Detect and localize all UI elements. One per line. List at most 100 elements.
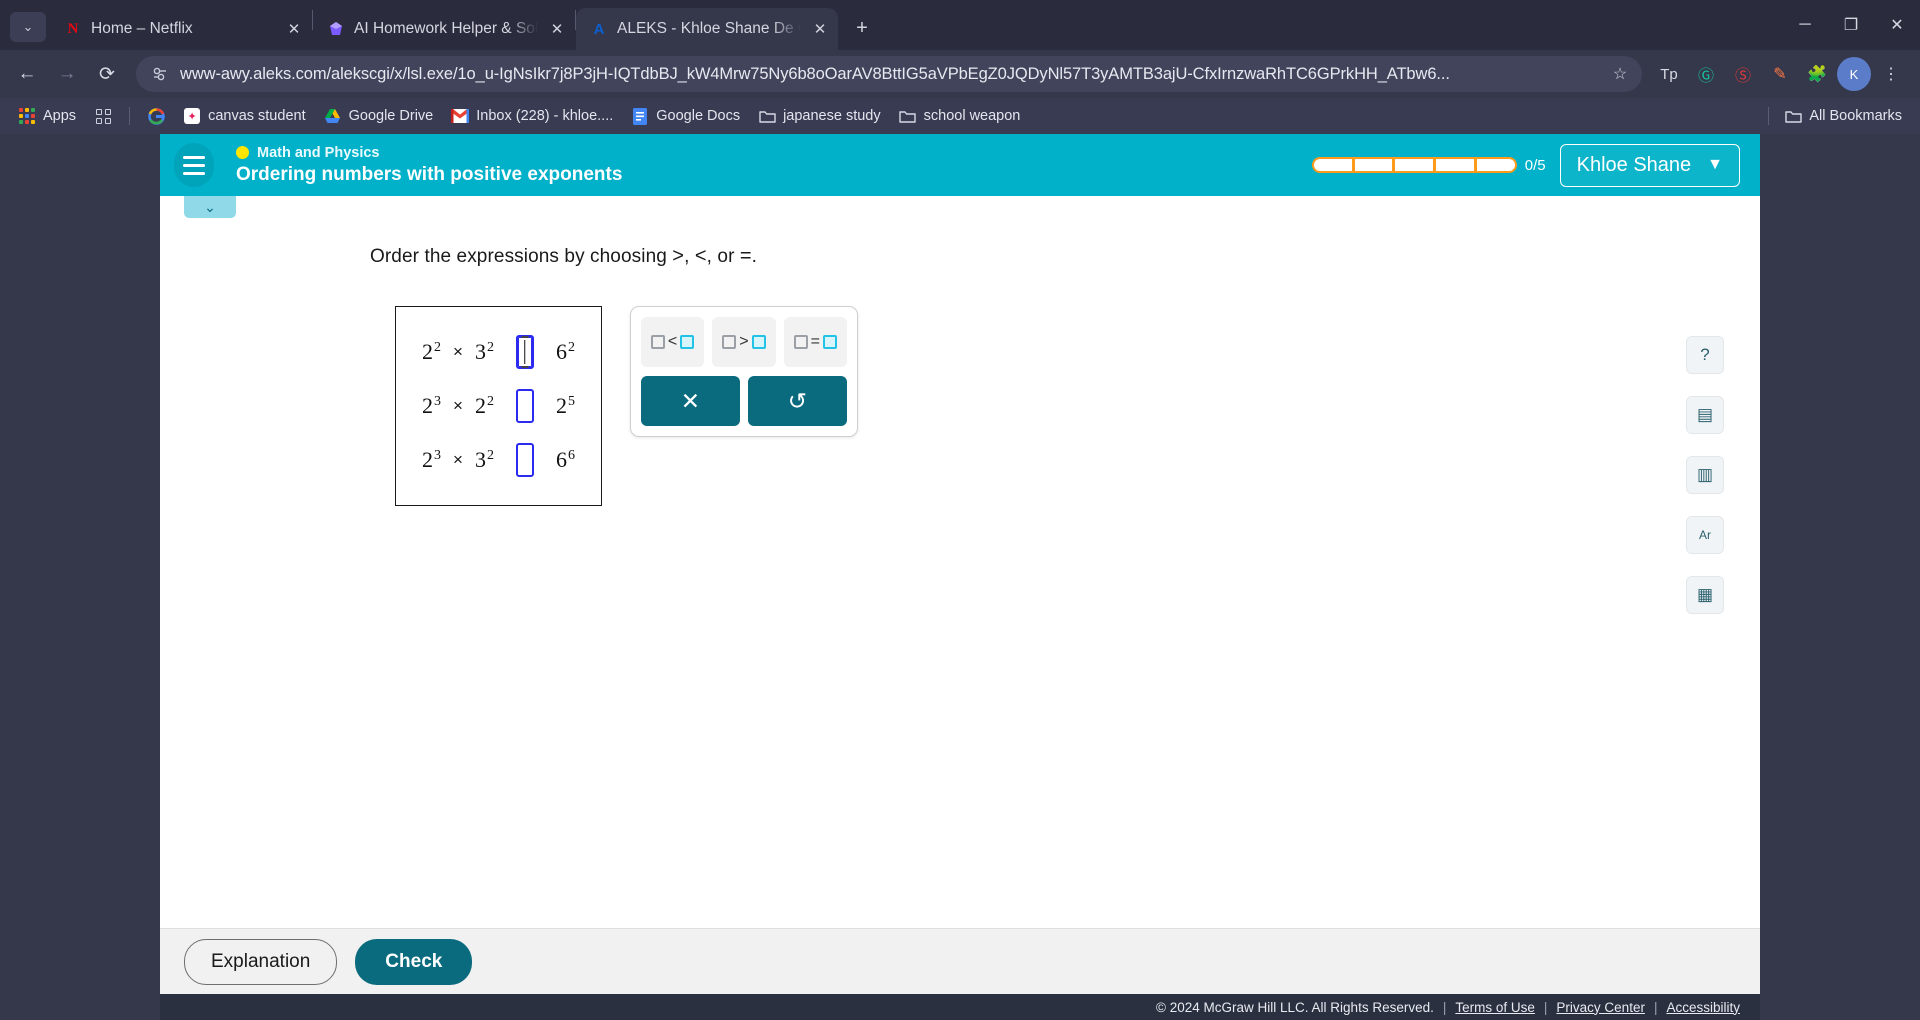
bookmark-apps[interactable]: Apps — [10, 103, 84, 129]
check-button[interactable]: Check — [355, 938, 473, 985]
bookmark-label: Inbox (228) - khloe.... — [476, 108, 614, 124]
expression-middle: 32 — [475, 339, 494, 365]
course-label-row: Math and Physics — [236, 145, 622, 161]
clear-button[interactable]: ✕ — [640, 376, 740, 426]
calculator-icon: ▤ — [1696, 405, 1714, 424]
calculator-button[interactable]: ▤ — [1686, 396, 1724, 434]
question-mark-icon: ? — [1700, 345, 1710, 364]
all-bookmarks-button[interactable]: All Bookmarks — [1776, 103, 1910, 129]
address-bar[interactable]: www-awy.aleks.com/alekscgi/x/lsl.exe/1o_… — [136, 56, 1642, 92]
bookmark-all-apps[interactable] — [86, 103, 120, 129]
extensions-puzzle-icon[interactable]: 🧩 — [1800, 57, 1834, 91]
action-row: ✕ ↺ — [640, 376, 847, 426]
browser-tab-ai-homework[interactable]: AI Homework Helper & Solver - ✕ — [313, 8, 575, 50]
extension-skype-icon[interactable]: Ⓢ — [1726, 57, 1760, 91]
accessibility-link[interactable]: Accessibility — [1666, 1000, 1740, 1015]
aleks-app: Math and Physics Ordering numbers with p… — [160, 134, 1760, 1020]
bookmark-folder-school-weapon[interactable]: school weapon — [891, 103, 1029, 129]
close-icon[interactable]: ✕ — [284, 19, 304, 39]
caret-top-marker — [521, 336, 529, 338]
less-than-glyph: < — [650, 333, 695, 351]
explanation-button[interactable]: Explanation — [184, 938, 338, 985]
url-text: www-awy.aleks.com/alekscgi/x/lsl.exe/1o_… — [180, 64, 1450, 83]
exponent: 2 — [486, 339, 494, 355]
keypad-equals-button[interactable]: = — [783, 317, 847, 367]
tab-title: ALEKS - Khloe Shane De Castro — [617, 20, 801, 37]
extension-tp-icon[interactable]: Tp — [1652, 57, 1686, 91]
chevron-down-icon: ▼ — [1707, 156, 1723, 173]
answer-input-3[interactable] — [515, 443, 534, 477]
expression-left: 23 — [422, 447, 441, 473]
minimize-button[interactable]: ─ — [1782, 0, 1828, 50]
forward-button[interactable]: → — [48, 55, 86, 93]
maximize-button[interactable]: ❐ — [1828, 0, 1874, 50]
expression-row: 23 × 32 66 — [422, 433, 575, 487]
terms-of-use-link[interactable]: Terms of Use — [1455, 1000, 1535, 1015]
base: 2 — [474, 393, 486, 418]
new-tab-button[interactable]: + — [847, 13, 877, 43]
keypad-less-than-button[interactable]: < — [640, 317, 705, 367]
bookmark-google-docs[interactable]: Google Docs — [623, 103, 748, 129]
prompt-text: Order the expressions by choosing — [370, 246, 667, 267]
bookmark-star-icon[interactable]: ☆ — [1608, 64, 1632, 84]
bookmark-label: japanese study — [783, 108, 881, 124]
reference-button[interactable]: ▦ — [1686, 576, 1724, 614]
operator-symbol: < — [667, 333, 678, 350]
page-info-icon[interactable] — [150, 64, 170, 84]
close-window-button[interactable]: ✕ — [1874, 0, 1920, 50]
extension-pen-icon[interactable]: ✎ — [1763, 57, 1797, 91]
exponent: 2 — [486, 393, 494, 409]
browser-menu-icon[interactable]: ⋮ — [1874, 57, 1908, 91]
base: 2 — [422, 393, 433, 418]
exponent: 6 — [567, 447, 575, 463]
profile-avatar-icon[interactable]: K — [1837, 57, 1871, 91]
bookmark-folder-japanese-study[interactable]: japanese study — [750, 103, 889, 129]
privacy-center-link[interactable]: Privacy Center — [1556, 1000, 1645, 1015]
box-filled-icon — [751, 335, 766, 349]
reload-button[interactable]: ⟳ — [88, 55, 126, 93]
page-viewport: Math and Physics Ordering numbers with p… — [0, 134, 1920, 1020]
text-caret — [524, 340, 526, 364]
back-button[interactable]: ← — [8, 55, 46, 93]
keypad-greater-than-button[interactable]: > — [712, 317, 776, 367]
course-label: Math and Physics — [257, 144, 380, 161]
periodic-table-button[interactable]: Ar — [1686, 516, 1724, 554]
user-menu-button[interactable]: Khloe Shane ▼ — [1559, 143, 1740, 187]
answer-input-2[interactable] — [515, 389, 534, 423]
operator-symbol: = — [810, 333, 820, 350]
base: 2 — [422, 339, 433, 364]
tab-search-button[interactable]: ⌄ — [10, 12, 46, 42]
chart-button[interactable]: ▥ — [1686, 456, 1724, 494]
close-icon: ✕ — [680, 387, 701, 414]
progress-bar — [1311, 157, 1517, 173]
base: 3 — [474, 447, 486, 472]
answer-input-1[interactable] — [515, 335, 534, 369]
separator: | — [1442, 999, 1447, 1015]
extension-grammarly-icon[interactable]: Ⓖ — [1689, 57, 1723, 91]
help-button[interactable]: ? — [1686, 336, 1724, 374]
expression-middle: 22 — [475, 393, 494, 419]
undo-button[interactable]: ↺ — [747, 376, 847, 426]
bookmark-google-drive[interactable]: Google Drive — [316, 103, 442, 129]
side-toolbar: ? ▤ ▥ Ar ▦ — [1686, 336, 1724, 614]
panel-toggle-button[interactable]: ⌄ — [184, 196, 236, 218]
bookmark-inbox[interactable]: Inbox (228) - khloe.... — [443, 103, 621, 129]
bar-chart-icon: ▥ — [1696, 465, 1714, 484]
bookmark-canvas-student[interactable]: ✦ canvas student — [175, 103, 314, 129]
close-icon[interactable]: ✕ — [547, 19, 567, 39]
exponent: 2 — [486, 447, 494, 463]
aleks-icon: A — [593, 20, 605, 38]
bookmark-divider — [1768, 107, 1770, 125]
close-icon[interactable]: ✕ — [810, 19, 830, 39]
bookmarks-bar: Apps ✦ canvas student Google Drive Inbox… — [0, 98, 1920, 134]
extensions-area: Tp Ⓖ Ⓢ ✎ 🧩 K ⋮ — [1652, 57, 1912, 91]
tab-title: AI Homework Helper & Solver - — [354, 20, 538, 37]
prompt-op-gt: > — [672, 245, 685, 267]
browser-tab-aleks[interactable]: A ALEKS - Khloe Shane De Castro ✕ — [576, 8, 838, 50]
browser-tab-netflix[interactable]: N Home – Netflix ✕ — [50, 8, 312, 50]
chevron-down-icon: ⌄ — [204, 198, 216, 215]
expression-right: 25 — [556, 393, 575, 419]
menu-button[interactable] — [174, 143, 214, 187]
bookmark-google[interactable] — [139, 103, 173, 129]
close-icon: ✕ — [1890, 17, 1904, 34]
